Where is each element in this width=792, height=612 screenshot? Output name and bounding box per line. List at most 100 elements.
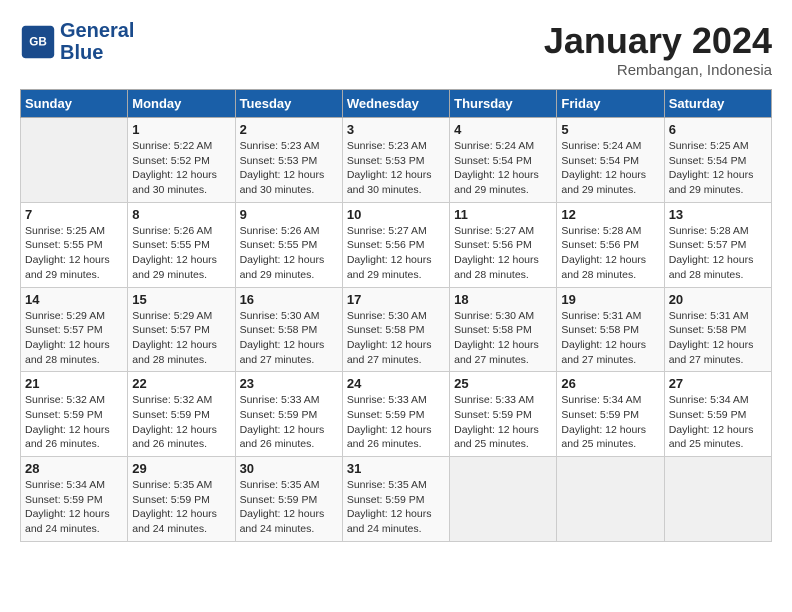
cell-info: Sunrise: 5:33 AMSunset: 5:59 PMDaylight:… bbox=[240, 393, 338, 452]
day-number: 3 bbox=[347, 122, 445, 137]
cell-info: Sunrise: 5:26 AMSunset: 5:55 PMDaylight:… bbox=[240, 224, 338, 283]
day-number: 5 bbox=[561, 122, 659, 137]
cell-info: Sunrise: 5:34 AMSunset: 5:59 PMDaylight:… bbox=[669, 393, 767, 452]
calendar-cell: 10 Sunrise: 5:27 AMSunset: 5:56 PMDayligh… bbox=[342, 202, 449, 287]
cell-info: Sunrise: 5:24 AMSunset: 5:54 PMDaylight:… bbox=[561, 139, 659, 198]
day-number: 8 bbox=[132, 207, 230, 222]
calendar-cell: 24Sunrise: 5:33 AMSunset: 5:59 PMDayligh… bbox=[342, 372, 449, 457]
cell-info: Sunrise: 5:32 AMSunset: 5:59 PMDaylight:… bbox=[25, 393, 123, 452]
location-subtitle: Rembangan, Indonesia bbox=[544, 62, 772, 79]
calendar-cell bbox=[664, 457, 771, 542]
calendar-cell: 31 Sunrise: 5:35 AMSunset: 5:59 PMDayligh… bbox=[342, 457, 449, 542]
cell-info: Sunrise: 5:27 AMSunset: 5:56 PMDaylight:… bbox=[454, 224, 552, 283]
cell-info: Sunrise: 5:27 AMSunset: 5:56 PMDaylight:… bbox=[347, 224, 445, 283]
cell-info: Sunrise: 5:33 AMSunset: 5:59 PMDaylight:… bbox=[454, 393, 552, 452]
calendar-cell: 29 Sunrise: 5:35 AMSunset: 5:59 PMDayligh… bbox=[128, 457, 235, 542]
calendar-cell: 18Sunrise: 5:30 AMSunset: 5:58 PMDayligh… bbox=[450, 287, 557, 372]
cell-info: Sunrise: 5:34 AMSunset: 5:59 PMDaylight:… bbox=[561, 393, 659, 452]
cell-info: Sunrise: 5:29 AMSunset: 5:57 PMDaylight:… bbox=[132, 309, 230, 368]
calendar-cell: 2 Sunrise: 5:23 AMSunset: 5:53 PMDaylight… bbox=[235, 118, 342, 203]
day-number: 7 bbox=[25, 207, 123, 222]
cell-info: Sunrise: 5:31 AMSunset: 5:58 PMDaylight:… bbox=[561, 309, 659, 368]
logo-icon: GB bbox=[20, 24, 56, 60]
page-header: GB General Blue January 2024 Rembangan, … bbox=[20, 20, 772, 79]
day-number: 31 bbox=[347, 461, 445, 476]
day-number: 13 bbox=[669, 207, 767, 222]
calendar-cell: 16Sunrise: 5:30 AMSunset: 5:58 PMDayligh… bbox=[235, 287, 342, 372]
calendar-header: SundayMondayTuesdayWednesdayThursdayFrid… bbox=[21, 90, 772, 118]
cell-info: Sunrise: 5:32 AMSunset: 5:59 PMDaylight:… bbox=[132, 393, 230, 452]
header-cell-sunday: Sunday bbox=[21, 90, 128, 118]
month-title: January 2024 bbox=[544, 20, 772, 62]
calendar-body: 1 Sunrise: 5:22 AMSunset: 5:52 PMDaylight… bbox=[21, 118, 772, 542]
calendar-cell: 8Sunrise: 5:26 AMSunset: 5:55 PMDaylight… bbox=[128, 202, 235, 287]
calendar-cell: 21Sunrise: 5:32 AMSunset: 5:59 PMDayligh… bbox=[21, 372, 128, 457]
cell-info: Sunrise: 5:25 AMSunset: 5:55 PMDaylight:… bbox=[25, 224, 123, 283]
cell-info: Sunrise: 5:35 AMSunset: 5:59 PMDaylight:… bbox=[347, 478, 445, 537]
calendar-cell: 30 Sunrise: 5:35 AMSunset: 5:59 PMDayligh… bbox=[235, 457, 342, 542]
day-number: 2 bbox=[240, 122, 338, 137]
header-cell-monday: Monday bbox=[128, 90, 235, 118]
cell-info: Sunrise: 5:22 AMSunset: 5:52 PMDaylight:… bbox=[132, 139, 230, 198]
day-number: 19 bbox=[561, 292, 659, 307]
cell-info: Sunrise: 5:25 AMSunset: 5:54 PMDaylight:… bbox=[669, 139, 767, 198]
header-cell-saturday: Saturday bbox=[664, 90, 771, 118]
cell-info: Sunrise: 5:23 AMSunset: 5:53 PMDaylight:… bbox=[347, 139, 445, 198]
day-number: 30 bbox=[240, 461, 338, 476]
day-number: 10 bbox=[347, 207, 445, 222]
title-block: January 2024 Rembangan, Indonesia bbox=[544, 20, 772, 79]
header-cell-friday: Friday bbox=[557, 90, 664, 118]
day-number: 22 bbox=[132, 376, 230, 391]
calendar-week-5: 28 Sunrise: 5:34 AMSunset: 5:59 PMDayligh… bbox=[21, 457, 772, 542]
day-number: 1 bbox=[132, 122, 230, 137]
calendar-cell: 17Sunrise: 5:30 AMSunset: 5:58 PMDayligh… bbox=[342, 287, 449, 372]
cell-info: Sunrise: 5:35 AMSunset: 5:59 PMDaylight:… bbox=[132, 478, 230, 537]
calendar-cell: 19 Sunrise: 5:31 AMSunset: 5:58 PMDayligh… bbox=[557, 287, 664, 372]
day-number: 28 bbox=[25, 461, 123, 476]
header-cell-thursday: Thursday bbox=[450, 90, 557, 118]
calendar-cell: 9Sunrise: 5:26 AMSunset: 5:55 PMDaylight… bbox=[235, 202, 342, 287]
calendar-week-2: 7 Sunrise: 5:25 AMSunset: 5:55 PMDaylight… bbox=[21, 202, 772, 287]
calendar-cell: 15 Sunrise: 5:29 AMSunset: 5:57 PMDayligh… bbox=[128, 287, 235, 372]
day-number: 25 bbox=[454, 376, 552, 391]
cell-info: Sunrise: 5:35 AMSunset: 5:59 PMDaylight:… bbox=[240, 478, 338, 537]
calendar-cell: 12Sunrise: 5:28 AMSunset: 5:56 PMDayligh… bbox=[557, 202, 664, 287]
calendar-week-1: 1 Sunrise: 5:22 AMSunset: 5:52 PMDaylight… bbox=[21, 118, 772, 203]
day-number: 20 bbox=[669, 292, 767, 307]
calendar-week-3: 14 Sunrise: 5:29 AMSunset: 5:57 PMDayligh… bbox=[21, 287, 772, 372]
calendar-cell: 23Sunrise: 5:33 AMSunset: 5:59 PMDayligh… bbox=[235, 372, 342, 457]
calendar-cell: 13 Sunrise: 5:28 AMSunset: 5:57 PMDayligh… bbox=[664, 202, 771, 287]
calendar-cell: 5 Sunrise: 5:24 AMSunset: 5:54 PMDaylight… bbox=[557, 118, 664, 203]
calendar-cell: 28 Sunrise: 5:34 AMSunset: 5:59 PMDayligh… bbox=[21, 457, 128, 542]
calendar-week-4: 21Sunrise: 5:32 AMSunset: 5:59 PMDayligh… bbox=[21, 372, 772, 457]
day-number: 15 bbox=[132, 292, 230, 307]
calendar-cell: 7 Sunrise: 5:25 AMSunset: 5:55 PMDaylight… bbox=[21, 202, 128, 287]
cell-info: Sunrise: 5:34 AMSunset: 5:59 PMDaylight:… bbox=[25, 478, 123, 537]
cell-info: Sunrise: 5:30 AMSunset: 5:58 PMDaylight:… bbox=[347, 309, 445, 368]
cell-info: Sunrise: 5:30 AMSunset: 5:58 PMDaylight:… bbox=[240, 309, 338, 368]
header-row: SundayMondayTuesdayWednesdayThursdayFrid… bbox=[21, 90, 772, 118]
calendar-cell: 14 Sunrise: 5:29 AMSunset: 5:57 PMDayligh… bbox=[21, 287, 128, 372]
day-number: 29 bbox=[132, 461, 230, 476]
logo-line2: Blue bbox=[60, 42, 103, 64]
day-number: 12 bbox=[561, 207, 659, 222]
day-number: 14 bbox=[25, 292, 123, 307]
calendar-cell: 20 Sunrise: 5:31 AMSunset: 5:58 PMDayligh… bbox=[664, 287, 771, 372]
cell-info: Sunrise: 5:31 AMSunset: 5:58 PMDaylight:… bbox=[669, 309, 767, 368]
cell-info: Sunrise: 5:23 AMSunset: 5:53 PMDaylight:… bbox=[240, 139, 338, 198]
calendar-cell: 26 Sunrise: 5:34 AMSunset: 5:59 PMDayligh… bbox=[557, 372, 664, 457]
cell-info: Sunrise: 5:28 AMSunset: 5:57 PMDaylight:… bbox=[669, 224, 767, 283]
cell-info: Sunrise: 5:24 AMSunset: 5:54 PMDaylight:… bbox=[454, 139, 552, 198]
calendar-cell: 6 Sunrise: 5:25 AMSunset: 5:54 PMDaylight… bbox=[664, 118, 771, 203]
calendar-cell: 11 Sunrise: 5:27 AMSunset: 5:56 PMDayligh… bbox=[450, 202, 557, 287]
cell-info: Sunrise: 5:29 AMSunset: 5:57 PMDaylight:… bbox=[25, 309, 123, 368]
day-number: 6 bbox=[669, 122, 767, 137]
day-number: 11 bbox=[454, 207, 552, 222]
svg-text:GB: GB bbox=[29, 36, 47, 49]
calendar-cell: 22 Sunrise: 5:32 AMSunset: 5:59 PMDayligh… bbox=[128, 372, 235, 457]
calendar-cell: 1 Sunrise: 5:22 AMSunset: 5:52 PMDaylight… bbox=[128, 118, 235, 203]
day-number: 4 bbox=[454, 122, 552, 137]
day-number: 26 bbox=[561, 376, 659, 391]
logo: GB General Blue bbox=[20, 20, 134, 64]
header-cell-wednesday: Wednesday bbox=[342, 90, 449, 118]
